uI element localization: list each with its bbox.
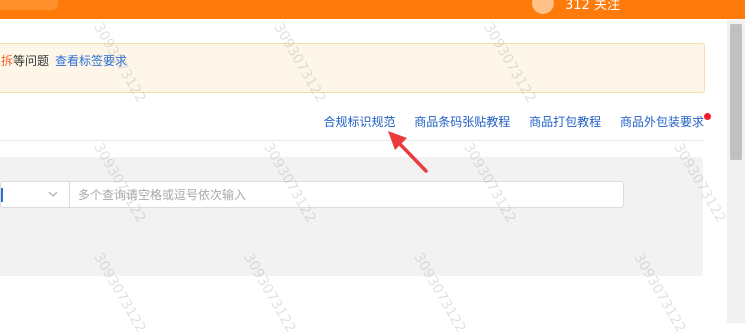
outer-packaging-link[interactable]: 商品外包装要求 xyxy=(619,113,711,129)
notice-line: 拆等问题 查看标签要求 xyxy=(1,52,127,69)
notification-dot xyxy=(704,113,711,120)
scrollbar-thumb[interactable] xyxy=(730,24,742,160)
notice-highlight: 拆 xyxy=(1,54,14,68)
top-header-bar: 312 关注 xyxy=(0,0,745,19)
divider xyxy=(0,140,704,141)
view-label-requirements-link[interactable]: 查看标签要求 xyxy=(55,54,127,68)
header-user-text[interactable]: 312 关注 xyxy=(565,0,620,13)
notice-text: 等问题 xyxy=(13,54,50,68)
red-arrow-icon xyxy=(388,131,428,173)
header-tab[interactable] xyxy=(0,0,58,10)
search-type-select[interactable] xyxy=(0,181,69,208)
chevron-down-icon xyxy=(48,191,58,197)
notice-banner: 拆等问题 查看标签要求 xyxy=(0,43,705,93)
outer-packaging-label: 商品外包装要求 xyxy=(619,115,704,129)
avatar[interactable] xyxy=(532,0,554,14)
select-accent xyxy=(1,188,3,202)
search-input[interactable] xyxy=(69,181,624,208)
packing-tutorial-link[interactable]: 商品打包教程 xyxy=(529,115,601,129)
search-panel xyxy=(0,157,703,276)
